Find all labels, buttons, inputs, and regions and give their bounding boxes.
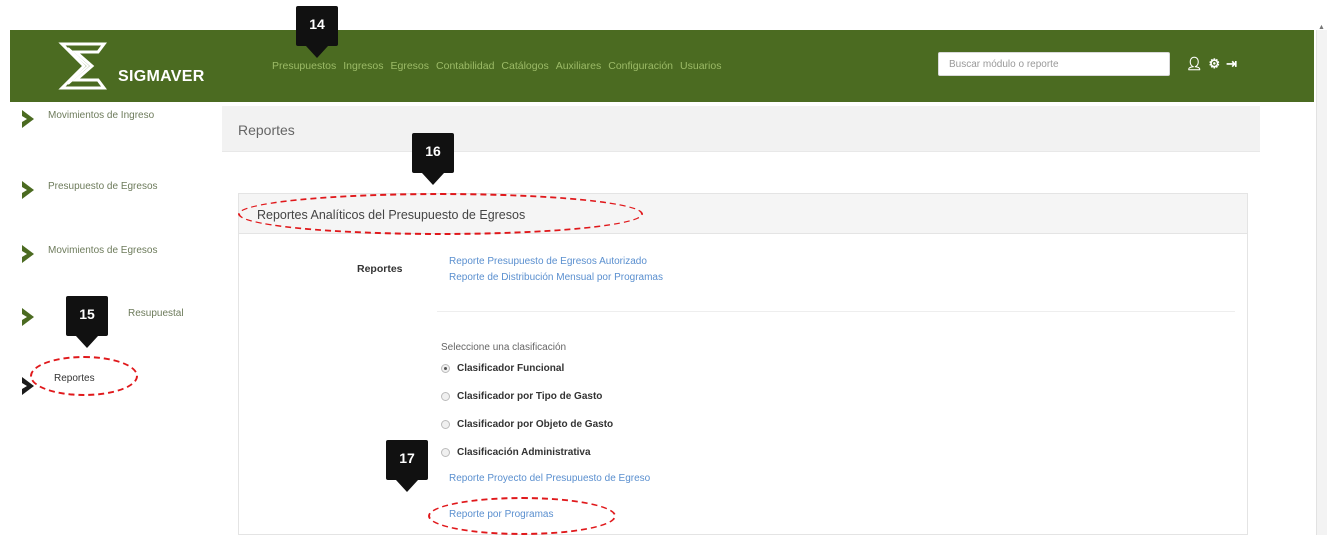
nav-egresos[interactable]: Egresos (391, 60, 430, 72)
sidebar-item-movimientos-ingreso[interactable]: Movimientos de Ingreso (0, 104, 216, 134)
sidebar: Movimientos de Ingreso Presupuesto de Eg… (0, 102, 216, 535)
annotation-callout-14: 14 (296, 6, 338, 58)
annotation-callout-16: 16 (412, 133, 454, 185)
sidebar-item-label: Movimientos de Egresos (48, 245, 158, 256)
nav-ingresos[interactable]: Ingresos (343, 60, 383, 72)
radio-button[interactable] (441, 420, 450, 429)
nav-auxiliares[interactable]: Auxiliares (556, 60, 602, 72)
report-link-distribucion-mensual[interactable]: Reporte de Distribución Mensual por Prog… (449, 272, 663, 283)
annotation-ellipse-reporte-programas (428, 497, 616, 535)
user-icon[interactable]: 👤︎ (1186, 56, 1203, 72)
scrollbar[interactable] (1316, 30, 1327, 535)
sidebar-item-label: Presupuesto de Egresos (48, 181, 158, 192)
chevron-right-icon (22, 308, 34, 326)
annotation-callout-17: 17 (386, 440, 428, 492)
page-header: Reportes (222, 106, 1260, 152)
annotation-callout-15: 15 (66, 296, 108, 348)
annotation-ellipse-reportes (30, 356, 138, 396)
chevron-right-icon (22, 110, 34, 128)
nav-presupuestos[interactable]: Presupuestos (272, 60, 336, 72)
divider (437, 311, 1235, 312)
reports-label: Reportes (357, 263, 403, 275)
sidebar-item-presupuestal[interactable]: Resupuestal (0, 302, 216, 332)
annotation-ellipse-panel-title (238, 193, 643, 235)
chevron-right-icon (22, 245, 34, 263)
radio-button[interactable] (441, 448, 450, 457)
search-input[interactable] (938, 52, 1170, 76)
sidebar-item-label: Resupuestal (128, 308, 184, 319)
nav-catalogos[interactable]: Catálogos (501, 60, 548, 72)
reports-panel: Reportes Analíticos del Presupuesto de E… (238, 193, 1248, 535)
main-nav: Presupuestos Ingresos Egresos Contabilid… (272, 60, 721, 72)
radio-label: Clasificador Funcional (457, 363, 565, 374)
user-actions: 👤︎ ⚙ ⇥ (1186, 56, 1237, 72)
top-navbar: SIGMAVER Presupuestos Ingresos Egresos C… (10, 30, 1314, 102)
brand-name: SIGMAVER (118, 68, 205, 85)
report-link-proyecto-presupuesto[interactable]: Reporte Proyecto del Presupuesto de Egre… (449, 473, 650, 484)
page-title: Reportes (238, 122, 295, 138)
radio-clasificacion-administrativa[interactable]: Clasificación Administrativa (441, 447, 591, 458)
chevron-right-icon (22, 181, 34, 199)
settings-icon[interactable]: ⚙ (1209, 56, 1221, 72)
radio-clasificador-funcional[interactable]: Clasificador Funcional (441, 363, 564, 374)
sidebar-item-movimientos-egresos[interactable]: Movimientos de Egresos (0, 239, 216, 269)
sigmaver-logo-icon (58, 42, 107, 90)
logout-icon[interactable]: ⇥ (1226, 56, 1237, 72)
sidebar-item-presupuesto-egresos[interactable]: Presupuesto de Egresos (0, 175, 216, 205)
brand[interactable]: SIGMAVER (58, 38, 238, 94)
sidebar-item-label: Movimientos de Ingreso (48, 110, 155, 121)
radio-clasificador-objeto-gasto[interactable]: Clasificador por Objeto de Gasto (441, 419, 613, 430)
report-link-autorizado[interactable]: Reporte Presupuesto de Egresos Autorizad… (449, 256, 647, 267)
radio-label: Clasificador por Tipo de Gasto (457, 391, 603, 402)
radio-label: Clasificación Administrativa (457, 447, 591, 458)
nav-configuracion[interactable]: Configuración (608, 60, 673, 72)
radio-label: Clasificador por Objeto de Gasto (457, 419, 614, 430)
radio-clasificador-tipo-gasto[interactable]: Clasificador por Tipo de Gasto (441, 391, 602, 402)
nav-contabilidad[interactable]: Contabilidad (436, 60, 494, 72)
classification-title: Seleccione una clasificación (441, 342, 567, 353)
nav-usuarios[interactable]: Usuarios (680, 60, 721, 72)
radio-button[interactable] (441, 392, 450, 401)
radio-button-checked[interactable] (441, 364, 450, 373)
